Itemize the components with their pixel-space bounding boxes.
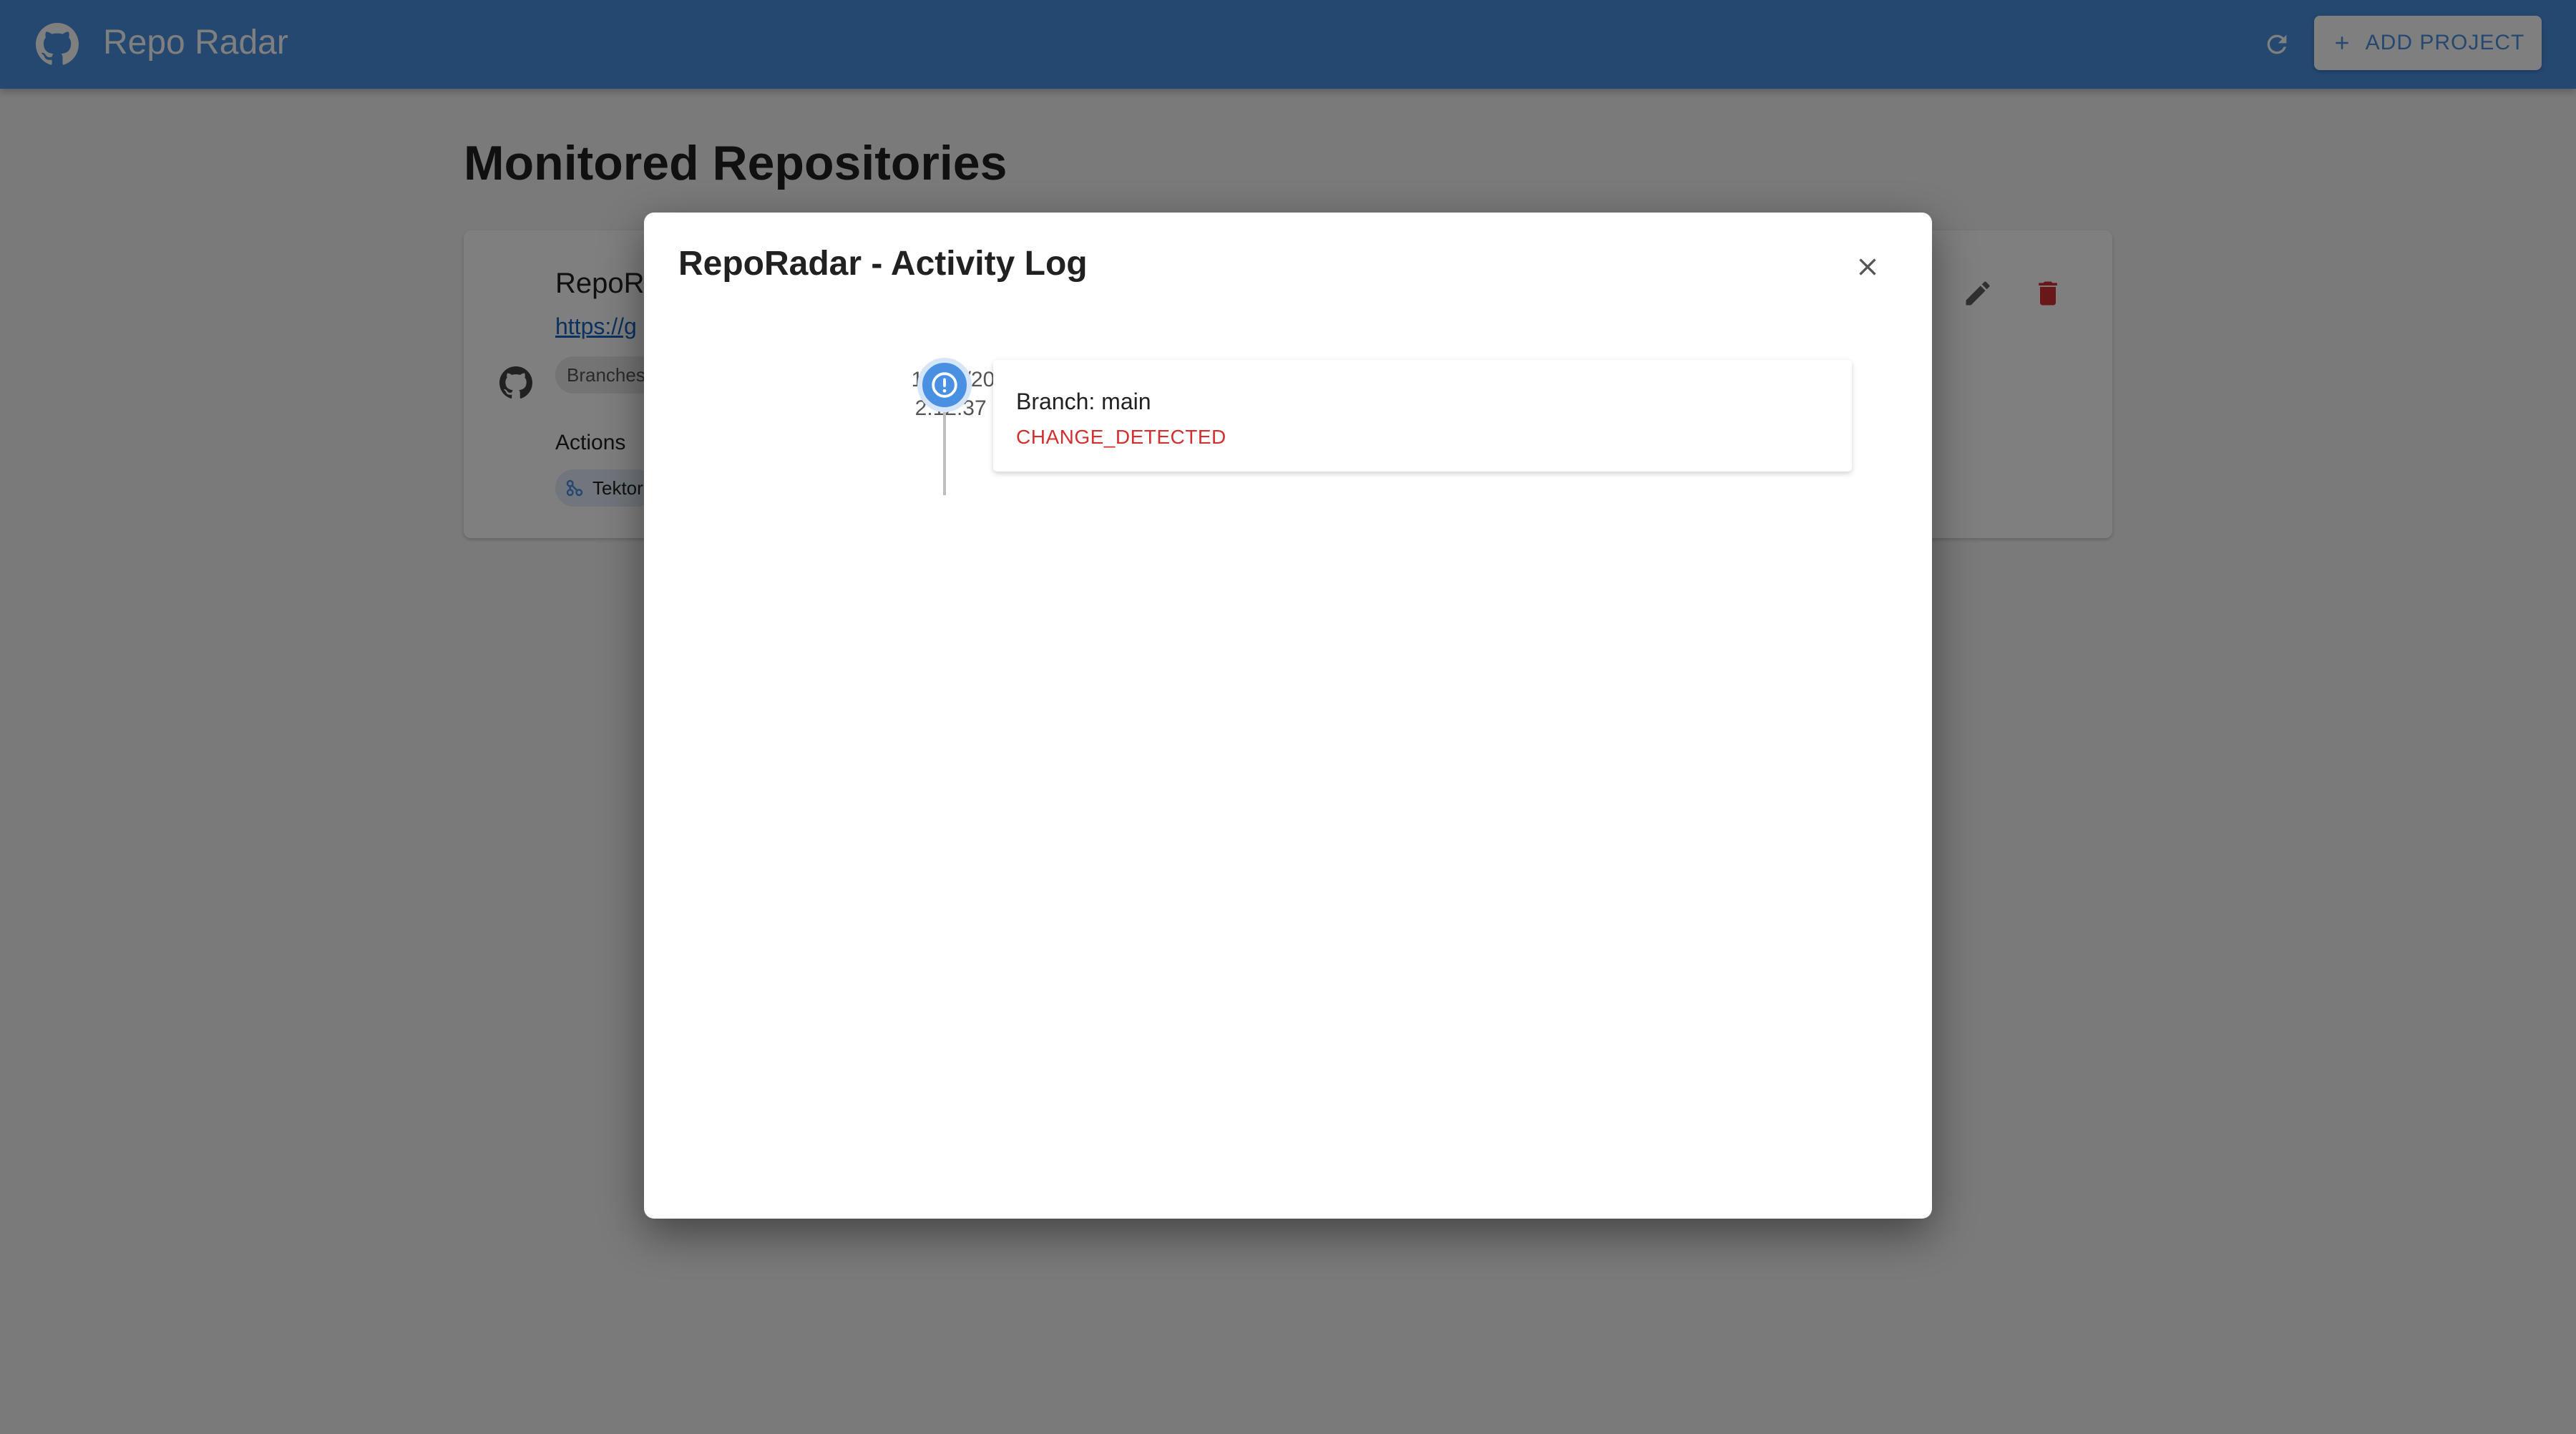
event-time: 2:12:37 PM xyxy=(914,396,1025,420)
event-card: Branch: main CHANGE_DETECTED xyxy=(993,360,1852,472)
timeline-connector xyxy=(943,412,946,495)
alert-icon xyxy=(932,372,957,398)
timeline-dot xyxy=(917,358,972,412)
event-date: 12/25/2024, xyxy=(773,366,1025,394)
close-icon xyxy=(1859,258,1876,275)
close-button[interactable] xyxy=(1846,245,1889,288)
activity-log-dialog: RepoRadar - Activity Log 12/25/2024, 2:1… xyxy=(644,213,1932,1219)
event-branch: Branch: main xyxy=(1016,389,1151,414)
dialog-title: RepoRadar - Activity Log xyxy=(678,245,1088,283)
event-status: CHANGE_DETECTED xyxy=(1016,426,1226,448)
event-timestamp: 12/25/2024, 2:12:37 PM xyxy=(773,366,1025,423)
